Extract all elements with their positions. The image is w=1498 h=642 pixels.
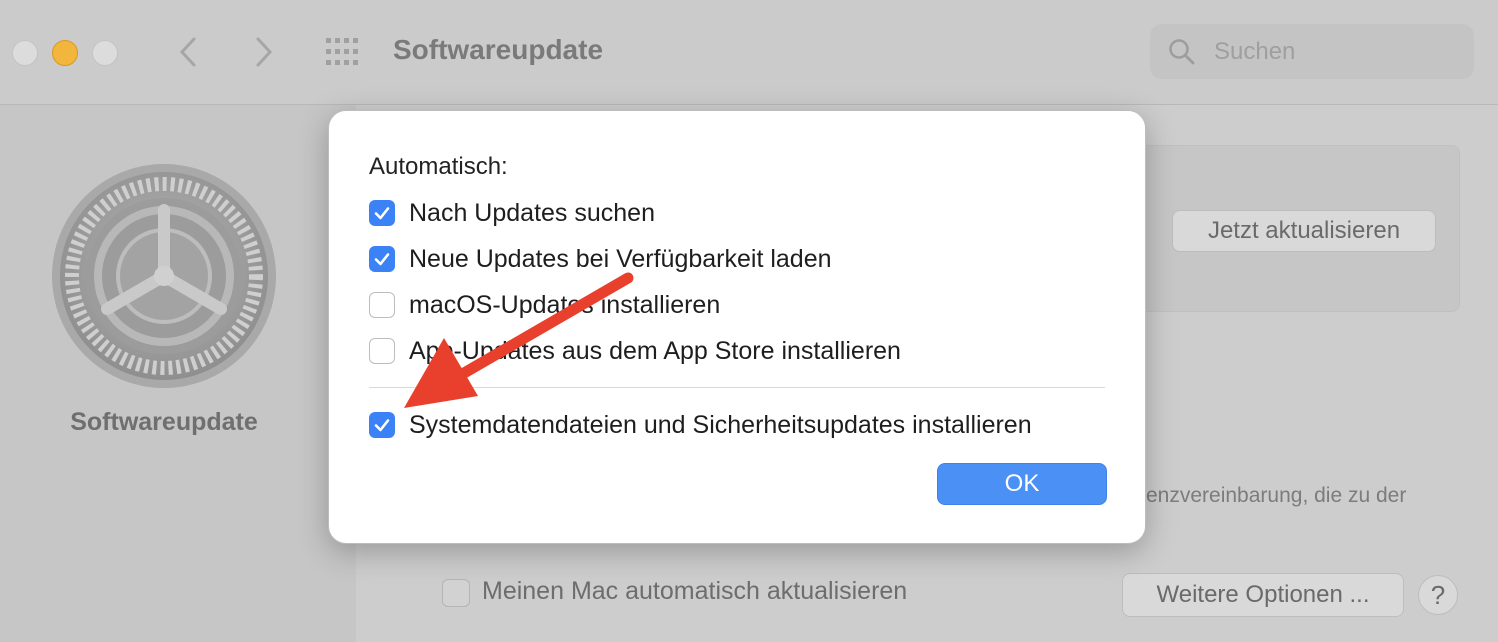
option-label: App-Updates aus dem App Store installier…	[409, 337, 901, 365]
checkbox-unchecked[interactable]	[369, 292, 395, 318]
checkmark-icon	[374, 419, 390, 432]
dialog-heading: Automatisch:	[369, 153, 508, 180]
auto-update-checkbox[interactable]	[442, 579, 470, 607]
checkmark-icon	[374, 253, 390, 266]
ok-button[interactable]: OK	[937, 463, 1107, 505]
divider	[369, 387, 1105, 388]
search-icon	[1169, 39, 1195, 65]
sidebar-title: Softwareupdate	[70, 408, 258, 436]
option-label: Systemdatendateien und Sicherheitsupdate…	[409, 411, 1032, 439]
back-chevron-icon[interactable]	[174, 36, 204, 68]
title-bar: Softwareupdate	[0, 0, 1498, 105]
gear-icon	[52, 164, 276, 388]
option-label: Neue Updates bei Verfügbarkeit laden	[409, 245, 832, 273]
help-button[interactable]: ?	[1418, 575, 1458, 615]
search-input[interactable]	[1212, 34, 1466, 70]
zoom-button[interactable]	[92, 40, 118, 66]
forward-chevron-icon[interactable]	[248, 36, 278, 68]
auto-update-label: Meinen Mac automatisch aktualisieren	[482, 577, 908, 605]
update-now-button[interactable]: Jetzt aktualisieren	[1172, 210, 1436, 252]
checkbox-unchecked[interactable]	[369, 338, 395, 364]
checkbox-checked[interactable]	[369, 412, 395, 438]
license-text: enzvereinbarung, die zu der	[1146, 484, 1407, 507]
checkbox-checked[interactable]	[369, 246, 395, 272]
option-label: Nach Updates suchen	[409, 199, 655, 227]
close-button[interactable]	[12, 40, 38, 66]
grid-icon[interactable]	[325, 37, 361, 67]
checkmark-icon	[374, 207, 390, 220]
more-options-button[interactable]: Weitere Optionen ...	[1122, 573, 1404, 617]
automatic-updates-dialog: Automatisch: Nach Updates suchen Neue Up…	[328, 110, 1146, 544]
minimize-button[interactable]	[52, 40, 78, 66]
checkbox-checked[interactable]	[369, 200, 395, 226]
window-title: Softwareupdate	[393, 34, 604, 65]
search-field[interactable]	[1150, 24, 1474, 79]
option-label: macOS-Updates installieren	[409, 291, 721, 319]
